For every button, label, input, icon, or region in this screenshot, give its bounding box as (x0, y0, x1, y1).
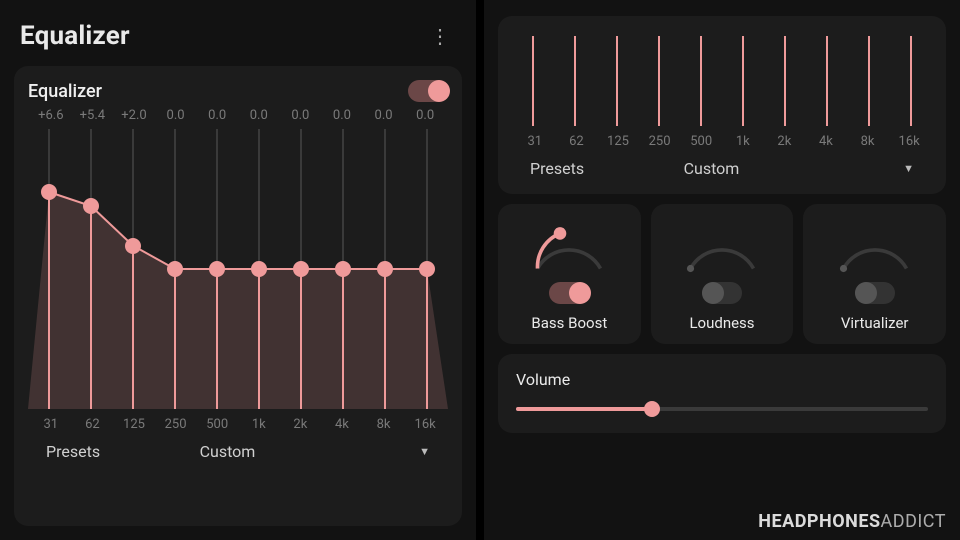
eq-band-slider[interactable] (658, 36, 660, 126)
left-panel: Equalizer ⋮ Equalizer +6.6+5.4+2.00.00.0… (0, 0, 480, 540)
eq-band-slider[interactable] (90, 129, 92, 409)
eq-freq-label: 4k (805, 134, 847, 149)
eq-frequency-labels-compact: 31621252505001k2k4k8k16k (512, 134, 932, 149)
more-icon[interactable]: ⋮ (424, 20, 456, 52)
preset-selected-value: Custom (200, 442, 256, 461)
eq-gain-readout: +6.6 (30, 108, 72, 123)
eq-band-slider[interactable] (342, 129, 344, 409)
presets-label: Presets (46, 442, 200, 461)
eq-freq-label: 62 (72, 417, 114, 432)
eq-frequency-labels: 31621252505001k2k4k8k16k (28, 417, 448, 432)
page-header: Equalizer ⋮ (14, 16, 462, 66)
eq-freq-label: 8k (847, 134, 889, 149)
volume-slider[interactable] (516, 407, 928, 411)
equalizer-card: Equalizer +6.6+5.4+2.00.00.00.00.00.00.0… (14, 66, 462, 526)
bass-boost-toggle[interactable] (549, 282, 589, 304)
eq-band-slider[interactable] (910, 36, 912, 126)
eq-gain-readout: +5.4 (72, 108, 114, 123)
eq-freq-label: 16k (888, 134, 930, 149)
eq-band-slider[interactable] (258, 129, 260, 409)
volume-label: Volume (516, 370, 928, 389)
eq-freq-label: 1k (238, 417, 280, 432)
eq-freq-label: 31 (514, 134, 556, 149)
eq-freq-label: 250 (639, 134, 681, 149)
watermark: HEADPHONESADDICT (758, 511, 946, 532)
volume-card: Volume (498, 354, 946, 433)
loudness-label: Loudness (689, 314, 754, 332)
bass-boost-dial[interactable] (524, 218, 614, 274)
preset-selected-value-compact: Custom (684, 159, 740, 178)
eq-band-slider[interactable] (132, 129, 134, 409)
presets-row-compact: Presets Custom ▼ (512, 149, 932, 184)
bass-boost-card: Bass Boost (498, 204, 641, 344)
bass-boost-label: Bass Boost (531, 314, 607, 332)
eq-band-slider[interactable] (616, 36, 618, 126)
eq-gain-readout: +2.0 (113, 108, 155, 123)
eq-gain-readout: 0.0 (155, 108, 197, 123)
eq-gain-readout-row: +6.6+5.4+2.00.00.00.00.00.00.00.0 (28, 108, 448, 123)
eq-freq-label: 250 (155, 417, 197, 432)
eq-freq-label: 1k (722, 134, 764, 149)
equalizer-card-title: Equalizer (28, 81, 102, 102)
eq-freq-label: 16k (404, 417, 446, 432)
eq-freq-label: 8k (363, 417, 405, 432)
loudness-card: Loudness (651, 204, 794, 344)
equalizer-card-compact: 31621252505001k2k4k8k16k Presets Custom … (498, 16, 946, 194)
eq-freq-label: 62 (556, 134, 598, 149)
equalizer-card-header: Equalizer (28, 80, 448, 102)
loudness-dial[interactable] (677, 218, 767, 274)
eq-freq-label: 125 (113, 417, 155, 432)
right-panel: 31621252505001k2k4k8k16k Presets Custom … (480, 0, 960, 540)
page-title: Equalizer (20, 21, 130, 51)
eq-band-slider[interactable] (532, 36, 534, 126)
equalizer-toggle[interactable] (408, 80, 448, 102)
eq-gain-readout: 0.0 (404, 108, 446, 123)
eq-band-slider[interactable] (574, 36, 576, 126)
eq-freq-label: 31 (30, 417, 72, 432)
eq-band-slider[interactable] (784, 36, 786, 126)
eq-band-slider[interactable] (300, 129, 302, 409)
eq-freq-label: 4k (321, 417, 363, 432)
eq-freq-label: 500 (196, 417, 238, 432)
eq-band-slider[interactable] (700, 36, 702, 126)
eq-sliders (28, 129, 448, 409)
chevron-down-icon: ▼ (419, 445, 430, 458)
virtualizer-toggle[interactable] (855, 282, 895, 304)
eq-band-slider[interactable] (742, 36, 744, 126)
eq-freq-label: 500 (680, 134, 722, 149)
eq-band-slider[interactable] (174, 129, 176, 409)
virtualizer-dial[interactable] (830, 218, 920, 274)
eq-freq-label: 2k (280, 417, 322, 432)
eq-freq-label: 2k (764, 134, 806, 149)
eq-sliders-compact (512, 36, 932, 126)
eq-gain-readout: 0.0 (321, 108, 363, 123)
eq-gain-readout: 0.0 (196, 108, 238, 123)
presets-label-compact: Presets (530, 159, 684, 178)
virtualizer-card: Virtualizer (803, 204, 946, 344)
eq-band-slider[interactable] (826, 36, 828, 126)
preset-selector[interactable]: Custom ▼ (200, 442, 430, 461)
eq-freq-label: 125 (597, 134, 639, 149)
eq-band-slider[interactable] (426, 129, 428, 409)
eq-band-slider[interactable] (48, 129, 50, 409)
eq-band-slider[interactable] (216, 129, 218, 409)
preset-selector-compact[interactable]: Custom ▼ (684, 159, 914, 178)
loudness-toggle[interactable] (702, 282, 742, 304)
eq-band-slider[interactable] (868, 36, 870, 126)
eq-gain-readout: 0.0 (238, 108, 280, 123)
eq-gain-readout: 0.0 (363, 108, 405, 123)
eq-band-slider[interactable] (384, 129, 386, 409)
virtualizer-label: Virtualizer (841, 314, 909, 332)
chevron-down-icon: ▼ (903, 162, 914, 175)
eq-gain-readout: 0.0 (280, 108, 322, 123)
effects-row: Bass Boost Loudness Virtualizer (498, 204, 946, 344)
presets-row: Presets Custom ▼ (28, 432, 448, 467)
